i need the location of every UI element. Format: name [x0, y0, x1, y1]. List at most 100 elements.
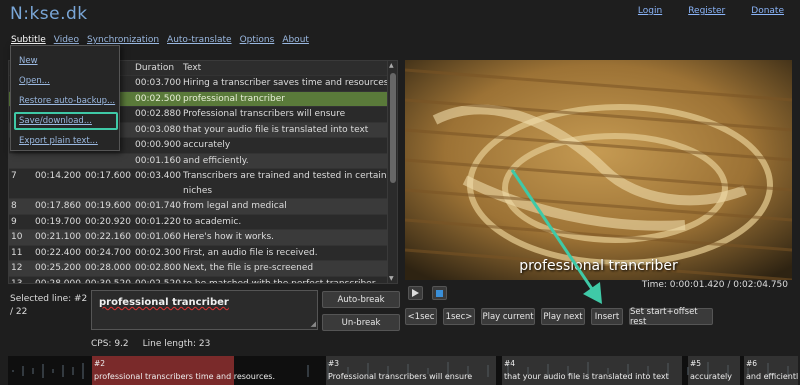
cell-dur: 00:03.700	[135, 78, 181, 88]
video-player[interactable]: professional trancriber	[405, 60, 792, 280]
line-stats: CPS: 9.2 Line length: 23	[91, 339, 210, 349]
auto-break-button[interactable]: Auto-break	[322, 291, 400, 308]
header-duration[interactable]: Duration	[135, 63, 183, 73]
cell-end: 00:19.600	[85, 201, 131, 211]
set-start-offset-rest-button[interactable]: Set start+offset rest	[629, 307, 713, 327]
donate-link[interactable]: Donate	[751, 6, 784, 16]
cell-text: Here's how it works.	[183, 232, 275, 242]
menu-auto-translate[interactable]: Auto-translate	[167, 35, 232, 45]
cell-start: 00:25.200	[35, 263, 81, 273]
forward-1sec-button[interactable]: 1sec>	[443, 308, 475, 325]
timeline-segment[interactable]: #4 that your audio file is translated in…	[502, 356, 682, 385]
top-links: Login Register Donate	[638, 6, 784, 16]
subtitle-dropdown-menu: New Open... Restore auto-backup... Save/…	[10, 45, 120, 151]
timeline-segment[interactable]: #6 and efficiently.	[744, 356, 798, 385]
cell-end: 00:20.920	[85, 216, 131, 227]
menu-subtitle[interactable]: Subtitle	[11, 35, 46, 45]
waveform-timeline[interactable]: #2 professional transcribers time and re…	[8, 356, 798, 385]
subtitle-text-editor[interactable]: professional trancriber ◢	[91, 290, 318, 330]
stop-icon	[436, 289, 443, 297]
table-row[interactable]: 8 00:17.860 00:19.600 00:01.740 from legal a…	[9, 198, 397, 214]
cell-dur: 00:01.220	[135, 216, 181, 227]
scroll-thumb[interactable]	[390, 73, 396, 183]
cell-end: 00:22.160	[85, 232, 131, 242]
cell-num: 12	[11, 263, 23, 273]
cell-end: 00:24.700	[85, 247, 131, 258]
menu-item-save-download[interactable]: Save/download...	[19, 116, 92, 126]
menu-video[interactable]: Video	[54, 35, 79, 45]
cell-dur: 00:03.080	[135, 124, 181, 135]
cell-dur: 00:02.800	[135, 263, 181, 273]
cell-dur: 00:01.160	[135, 155, 181, 166]
play-icon	[412, 289, 419, 297]
cell-text: Professional transcribers will ensure	[183, 109, 346, 119]
cell-num: 11	[11, 247, 23, 258]
play-button[interactable]	[408, 286, 423, 300]
timeline-segment[interactable]: #2 professional transcribers time and re…	[92, 356, 275, 385]
line-length-value: Line length: 23	[142, 339, 211, 349]
stop-button[interactable]	[432, 286, 447, 300]
cell-text: from legal and medical	[183, 201, 287, 211]
cell-text: accurately	[183, 140, 231, 150]
menu-item-restore-auto-backup[interactable]: Restore auto-backup...	[19, 96, 115, 106]
insert-button[interactable]: Insert	[591, 308, 623, 325]
cell-text: that your audio file is translated into …	[183, 124, 369, 135]
cps-value: CPS: 9.2	[91, 339, 129, 349]
play-next-button[interactable]: Play next	[541, 308, 585, 325]
cell-dur: 00:00.900	[135, 140, 181, 150]
menu-item-export-plain-text[interactable]: Export plain text...	[19, 136, 98, 146]
timeline-segment[interactable]: #3 Professional transcribers will ensure	[326, 356, 496, 385]
table-row[interactable]: 00:01.160 and efficiently.	[9, 152, 397, 168]
cell-num: 7	[11, 171, 17, 181]
cell-text: Next, the file is pre-screened	[183, 263, 314, 273]
table-row[interactable]: 12 00:25.200 00:28.000 00:02.800 Next, the f…	[9, 260, 397, 276]
main-menu: Subtitle Video Synchronization Auto-tran…	[11, 35, 309, 45]
app-logo[interactable]: N:kse.dk	[10, 4, 88, 24]
cell-end: 00:30.520	[85, 278, 131, 284]
cell-start: 00:17.860	[35, 201, 81, 211]
cell-end: 00:17.600	[85, 171, 131, 181]
login-link[interactable]: Login	[638, 6, 662, 16]
cell-dur: 00:02.520	[135, 278, 181, 284]
scroll-down-icon[interactable]: ▼	[389, 275, 394, 282]
video-time-display: Time: 0:00:01.420 / 0:02:04.750	[641, 280, 788, 290]
cell-start: 00:21.100	[35, 232, 81, 242]
header-text[interactable]: Text	[183, 63, 397, 73]
cell-dur: 00:02.500	[135, 93, 181, 104]
cell-num: 13	[11, 278, 23, 284]
cell-num: 10	[11, 232, 23, 242]
selected-line-label: Selected line: #2 / 22	[10, 294, 88, 317]
cell-dur: 00:01.060	[135, 232, 181, 242]
cell-text: Transcribers are trained and tested in c…	[183, 171, 387, 196]
cell-dur: 00:01.740	[135, 201, 181, 211]
menu-synchronization[interactable]: Synchronization	[87, 35, 159, 45]
cell-num: 8	[11, 201, 17, 211]
table-row[interactable]: 10 00:21.100 00:22.160 00:01.060 Here's how …	[9, 229, 397, 245]
menu-item-new[interactable]: New	[19, 56, 38, 66]
cell-text: First, an audio file is received.	[183, 247, 318, 258]
table-row[interactable]: 11 00:22.400 00:24.700 00:02.300 First, an a…	[9, 244, 397, 261]
table-row[interactable]: 13 00:28.000 00:30.520 00:02.520 to be match…	[9, 275, 397, 284]
resize-handle-icon[interactable]: ◢	[311, 320, 316, 328]
menu-item-open[interactable]: Open...	[19, 76, 50, 86]
cell-start: 00:14.200	[35, 171, 81, 181]
editor-text: professional trancriber	[99, 297, 229, 308]
menu-about[interactable]: About	[282, 35, 309, 45]
grid-scrollbar[interactable]: ▲ ▼	[387, 61, 397, 283]
register-link[interactable]: Register	[688, 6, 725, 16]
table-row[interactable]: 7 00:14.200 00:17.600 00:03.400 Transcribers…	[9, 168, 397, 198]
cell-text: and efficiently.	[183, 155, 249, 166]
un-break-button[interactable]: Un-break	[322, 314, 400, 331]
cell-num: 9	[11, 216, 17, 227]
video-frame	[405, 60, 792, 280]
cell-text: Hiring a transcriber saves time and reso…	[183, 78, 392, 88]
back-1sec-button[interactable]: <1sec	[405, 308, 437, 325]
cell-text: to be matched with the perfect transcrib…	[183, 278, 376, 284]
scroll-up-icon[interactable]: ▲	[389, 62, 394, 69]
cell-text: professional trancriber	[183, 93, 285, 104]
menu-options[interactable]: Options	[240, 35, 275, 45]
timeline-segment[interactable]: #5 accurately	[688, 356, 740, 385]
cell-start: 00:28.000	[35, 278, 81, 284]
play-current-button[interactable]: Play current	[481, 308, 535, 325]
table-row[interactable]: 9 00:19.700 00:20.920 00:01.220 to academic.	[9, 213, 397, 230]
